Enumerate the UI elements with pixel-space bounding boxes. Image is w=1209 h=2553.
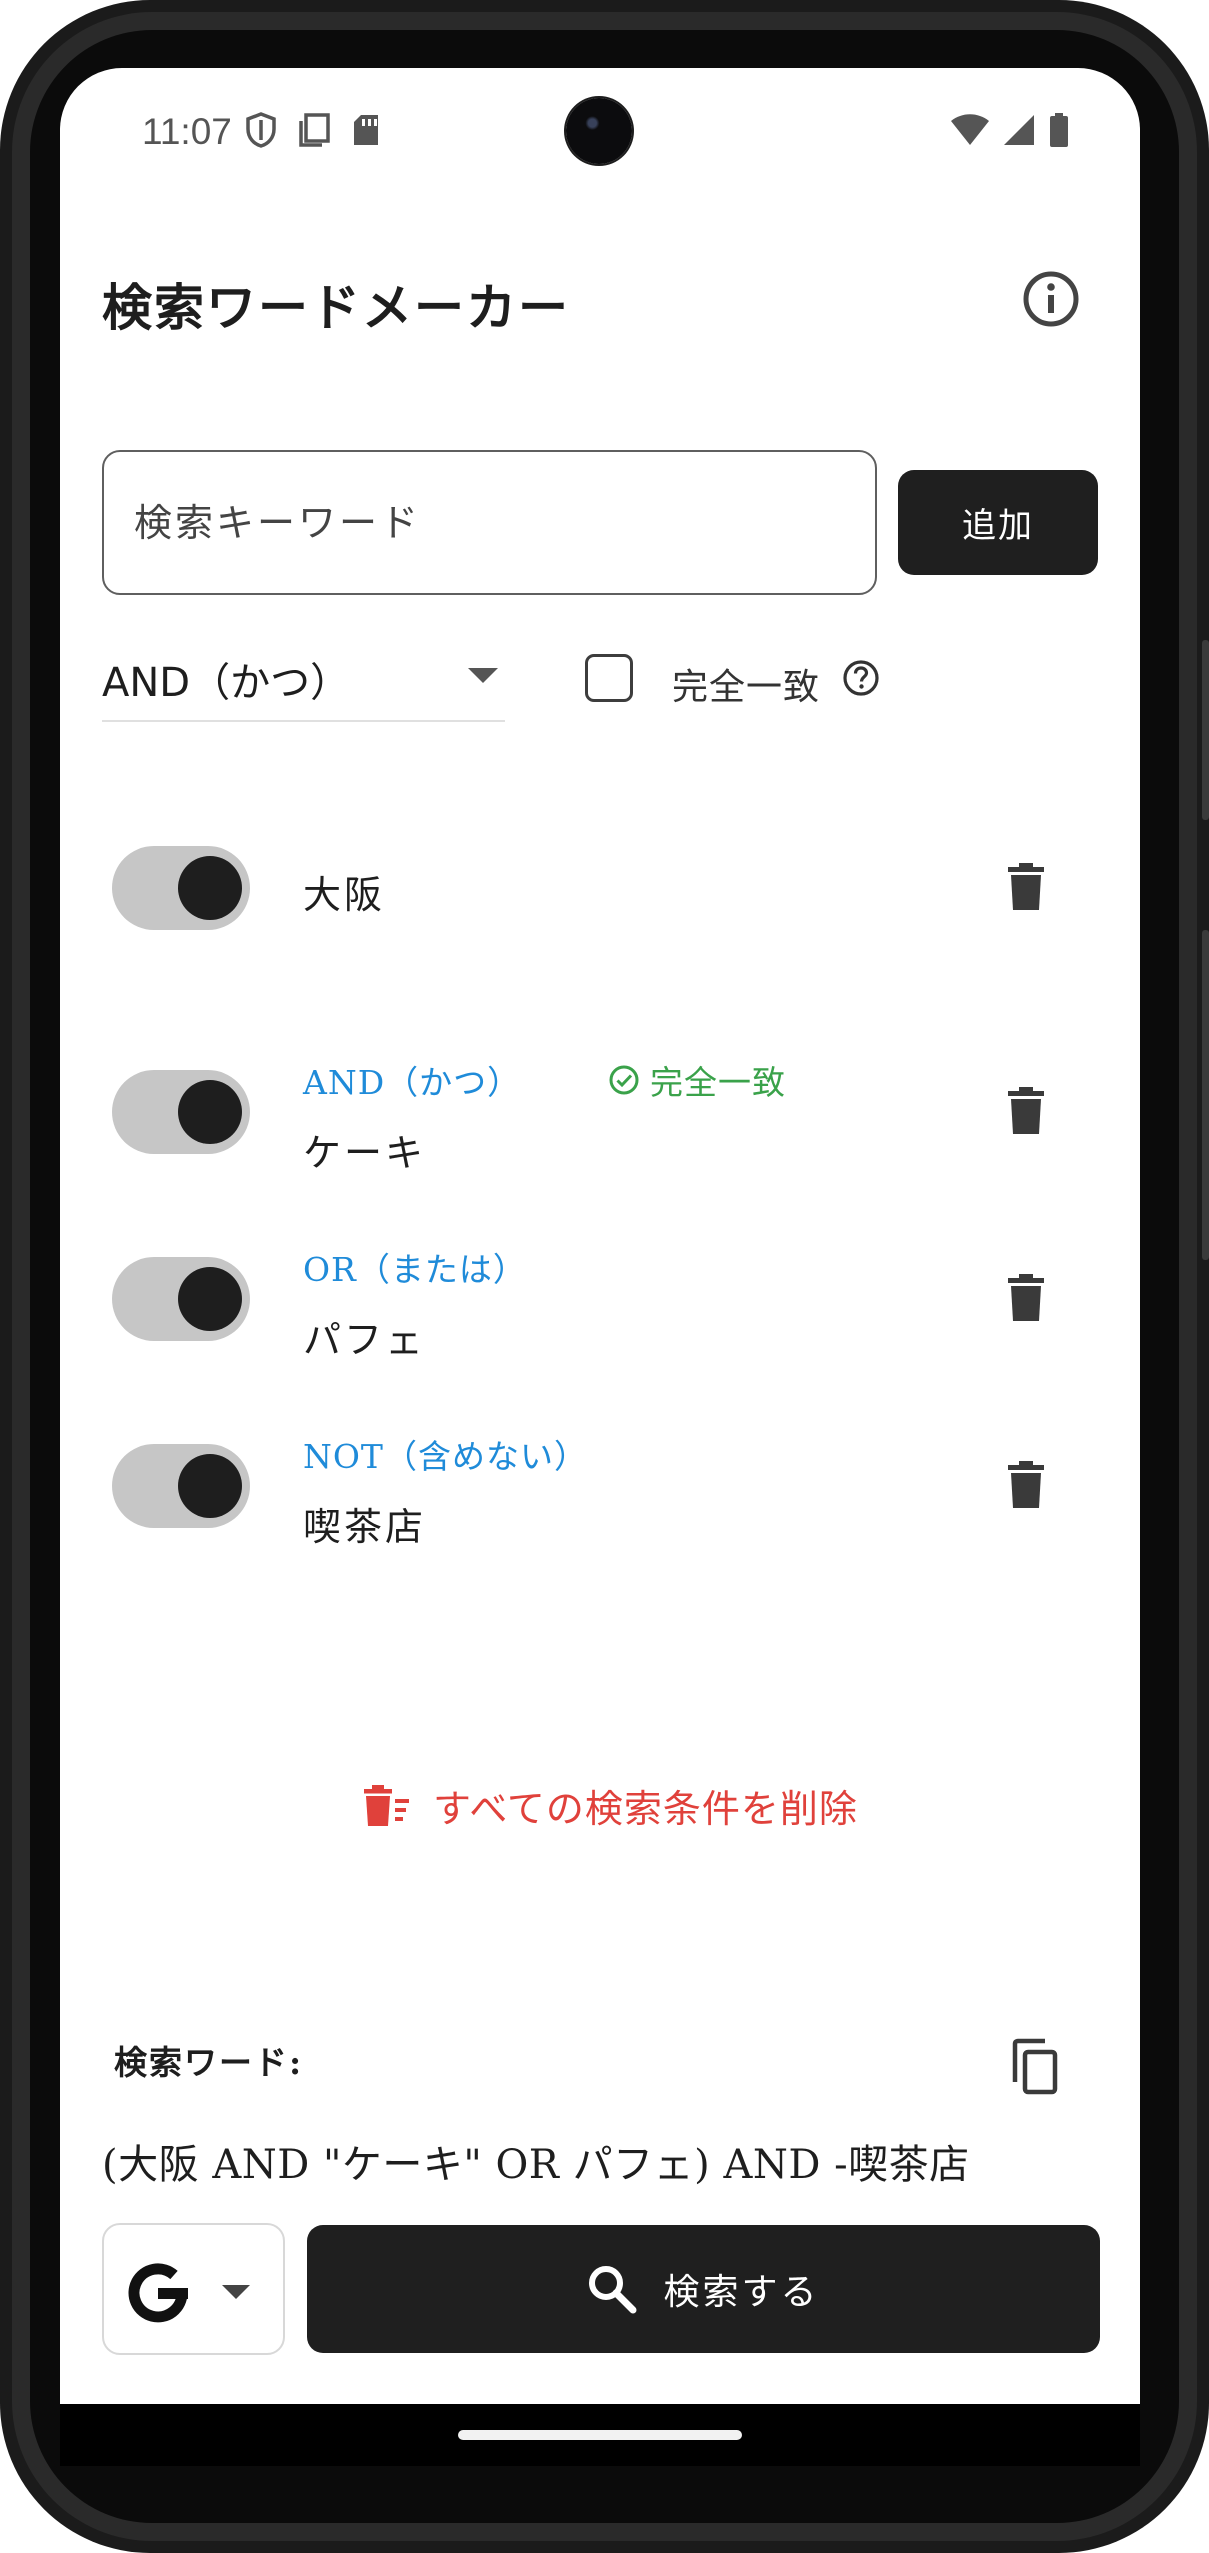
status-icons-right — [950, 112, 1070, 148]
list-item: NOT（含めない） 喫茶店 — [60, 1418, 1140, 1549]
operator-dropdown[interactable]: AND（かつ） — [102, 644, 505, 722]
toggle-thumb — [178, 856, 242, 920]
page-title: 検索ワードメーカー — [102, 278, 570, 337]
condition-toggle[interactable] — [112, 1070, 250, 1154]
dropdown-caret-icon — [468, 668, 498, 683]
volume-button — [1202, 930, 1209, 1260]
keyword-input[interactable] — [134, 492, 834, 554]
google-g-icon — [128, 2263, 188, 2323]
earpiece — [370, 24, 840, 30]
shield-icon — [246, 112, 276, 148]
power-button — [1202, 640, 1209, 820]
condition-operator: NOT（含めない） — [303, 1437, 588, 1476]
condition-word: 大阪 — [303, 873, 386, 917]
sd-card-icon — [354, 115, 378, 145]
exact-match-label: 完全一致 — [672, 667, 821, 708]
check-circle-icon — [609, 1065, 639, 1095]
exact-match-tag-label: 完全一致 — [650, 1063, 786, 1102]
battery-icon — [1050, 113, 1068, 147]
delete-all-button[interactable]: すべての検索条件を削除 — [363, 1778, 858, 1833]
dropdown-caret-icon — [222, 2285, 250, 2299]
trash-icon[interactable] — [1006, 1086, 1046, 1136]
status-icons-left — [245, 112, 381, 148]
trash-icon[interactable] — [1006, 862, 1046, 912]
navigation-bar — [60, 2404, 1140, 2466]
operator-selected-value: AND（かつ） — [102, 660, 351, 706]
condition-word: パフェ — [303, 1318, 427, 1362]
status-time: 11:07 — [142, 111, 232, 152]
search-button-label: 検索する — [663, 2272, 820, 2313]
toggle-thumb — [178, 1454, 242, 1518]
search-icon — [589, 2266, 637, 2314]
condition-word: ケーキ — [303, 1131, 427, 1175]
query-text: (大阪 AND "ケーキ" OR パフェ) AND -喫茶店 — [102, 2142, 970, 2188]
condition-toggle[interactable] — [112, 1257, 250, 1341]
query-label: 検索ワード: — [114, 2043, 304, 2082]
condition-operator: AND（かつ） — [303, 1063, 522, 1102]
help-icon[interactable] — [841, 658, 881, 698]
condition-toggle[interactable] — [112, 1444, 250, 1528]
toggle-thumb — [178, 1080, 242, 1144]
trash-icon[interactable] — [1006, 1460, 1046, 1510]
condition-operator: OR（または） — [303, 1250, 527, 1289]
toggle-thumb — [178, 1267, 242, 1331]
keyword-field[interactable] — [102, 450, 877, 595]
trash-icon[interactable] — [1006, 1273, 1046, 1323]
home-indicator[interactable] — [458, 2430, 742, 2440]
list-item: 大阪 — [60, 822, 1140, 952]
info-icon[interactable] — [1020, 268, 1082, 330]
exact-match-checkbox[interactable] — [585, 654, 633, 702]
screen: 11:07 検索ワードメーカー 検索キーワード 追加 AND（かつ） 完全一致 … — [60, 68, 1140, 2404]
search-button[interactable]: 検索する — [307, 2225, 1100, 2353]
condition-toggle[interactable] — [112, 846, 250, 930]
copy-icon[interactable] — [1010, 2038, 1060, 2096]
search-engine-dropdown[interactable] — [102, 2223, 285, 2355]
signal-icon — [1004, 115, 1034, 145]
wifi-icon — [951, 114, 989, 145]
phone-frame: 11:07 検索ワードメーカー 検索キーワード 追加 AND（かつ） 完全一致 … — [0, 0, 1209, 2553]
list-item: AND（かつ） 完全一致 ケーキ — [60, 1044, 1140, 1175]
list-item: OR（または） パフェ — [60, 1231, 1140, 1362]
front-camera — [566, 98, 632, 164]
screenshot-icon — [299, 113, 330, 147]
condition-word: 喫茶店 — [303, 1505, 427, 1549]
add-button[interactable]: 追加 — [898, 470, 1098, 575]
exact-match-tag: 完全一致 — [608, 1056, 786, 1104]
delete-all-label: すべての検索条件を削除 — [433, 1787, 858, 1831]
delete-sweep-icon — [364, 1784, 409, 1826]
